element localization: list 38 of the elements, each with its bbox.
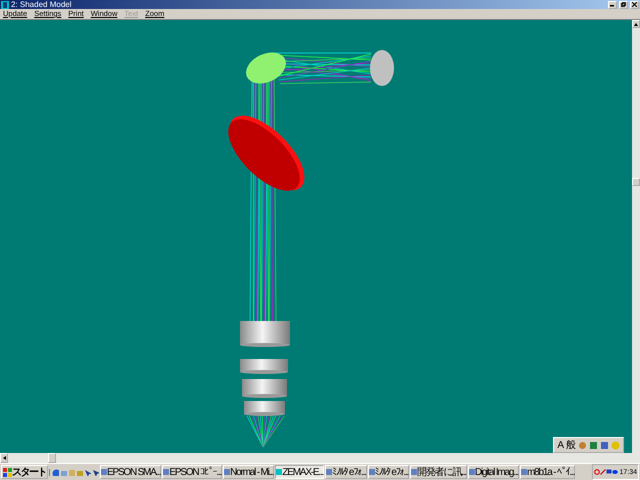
taskbar-button[interactable]: EPSON SMA... xyxy=(100,465,162,479)
window-icon xyxy=(521,469,527,475)
app-icon xyxy=(1,0,9,8)
taskbar-button[interactable]: 開発者に訊... xyxy=(410,465,467,479)
close-button[interactable] xyxy=(630,0,639,8)
taskbar-button[interactable]: ﾐﾉﾙﾀ eﾌｫ... xyxy=(368,465,410,479)
taskbar-button[interactable]: Digital Imag... xyxy=(468,465,519,479)
window-title: 2: Shaded Model xyxy=(11,0,72,9)
window-icon xyxy=(276,469,282,475)
left-arrow-icon xyxy=(2,456,6,460)
taskbar-button[interactable]: Normal - Mi... xyxy=(223,465,274,479)
window-icon xyxy=(468,469,475,475)
vertical-scrollbar[interactable] xyxy=(632,20,640,453)
window-icon xyxy=(326,469,332,475)
start-button[interactable]: スタート xyxy=(1,465,48,479)
window-icon xyxy=(101,469,107,475)
restore-icon xyxy=(621,2,626,7)
window-icon xyxy=(163,469,170,475)
minimize-icon xyxy=(610,2,615,7)
minimize-button[interactable] xyxy=(608,0,617,8)
taskbar-button[interactable]: ZEMAX-E... xyxy=(275,465,324,479)
restore-button[interactable] xyxy=(619,0,628,8)
scroll-left-button[interactable] xyxy=(0,453,8,463)
ime-mode-text[interactable]: A xyxy=(557,440,564,450)
scroll-thumb[interactable] xyxy=(48,453,56,463)
window-icon xyxy=(411,469,418,475)
close-icon xyxy=(632,2,637,7)
windows-logo-icon xyxy=(3,468,12,476)
scroll-thumb[interactable] xyxy=(632,178,640,186)
ime-input-text[interactable]: 般 xyxy=(566,438,576,452)
window-icon xyxy=(368,469,375,475)
up-arrow-icon xyxy=(634,22,638,26)
horizontal-scrollbar[interactable] xyxy=(0,453,640,463)
window-icon xyxy=(224,469,230,475)
taskbar-button[interactable]: ﾐﾉﾙﾀ eﾌｫ... xyxy=(325,465,367,479)
taskbar-button[interactable]: EPSON ｺﾋﾟｰ... xyxy=(162,465,222,479)
scroll-up-button[interactable] xyxy=(632,20,640,28)
taskbar-button[interactable]: m8b1a - ﾍﾟｲ... xyxy=(520,465,576,479)
